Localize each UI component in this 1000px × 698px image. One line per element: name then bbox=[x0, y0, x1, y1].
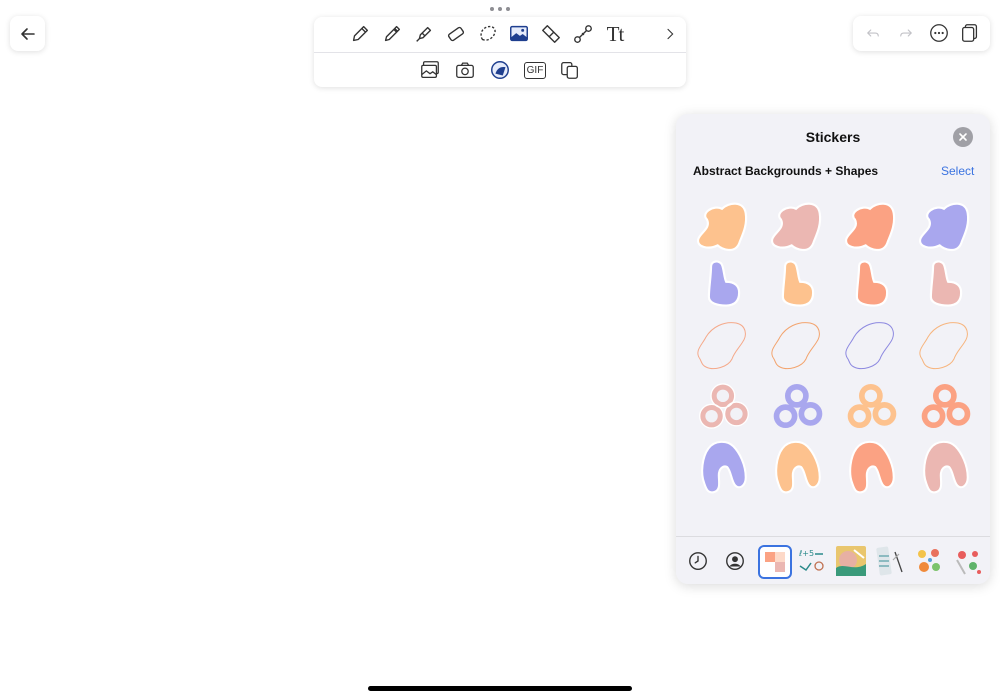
text-icon[interactable]: Tt bbox=[602, 21, 628, 47]
sticker-arch-lavender[interactable] bbox=[698, 438, 758, 496]
pencil-icon[interactable] bbox=[347, 21, 373, 47]
abstract-shapes-pack[interactable] bbox=[758, 545, 792, 579]
sticker-icon[interactable] bbox=[487, 57, 513, 83]
drawing-toolbar: Tt GIF bbox=[314, 17, 686, 87]
lasso-icon[interactable] bbox=[475, 21, 501, 47]
camera-icon[interactable] bbox=[452, 57, 478, 83]
image-icon[interactable] bbox=[506, 21, 532, 47]
section-title: Abstract Backgrounds + Shapes bbox=[693, 164, 879, 178]
sticker-blob-blush[interactable] bbox=[768, 198, 828, 256]
connector-icon[interactable] bbox=[570, 21, 596, 47]
copy-paste-icon[interactable] bbox=[557, 57, 583, 83]
eraser-icon[interactable] bbox=[443, 21, 469, 47]
sticker-rings-peach[interactable] bbox=[846, 382, 906, 440]
home-indicator[interactable] bbox=[368, 686, 632, 691]
sticker-arch-peach[interactable] bbox=[772, 438, 832, 496]
sticker-rings-lavender[interactable] bbox=[772, 382, 832, 440]
sticker-outline-peach[interactable] bbox=[916, 319, 976, 377]
food-pack[interactable] bbox=[914, 546, 944, 576]
doodles-pack[interactable]: ℓ+5 bbox=[797, 546, 827, 576]
highlighter-icon[interactable] bbox=[411, 21, 437, 47]
shape-icon[interactable] bbox=[538, 21, 564, 47]
more-icon[interactable] bbox=[926, 20, 952, 46]
gif-label: GIF bbox=[523, 61, 547, 79]
photo-library-icon[interactable] bbox=[417, 57, 443, 83]
sticker-blob-peach[interactable] bbox=[694, 198, 754, 256]
stickers-panel: Stickers Abstract Backgrounds + Shapes S… bbox=[676, 114, 990, 584]
sticker-l-peach[interactable] bbox=[776, 258, 836, 316]
photo-pack[interactable] bbox=[836, 546, 866, 576]
sticker-arch-blush[interactable] bbox=[920, 438, 980, 496]
select-button[interactable]: Select bbox=[941, 164, 974, 178]
marker-icon[interactable] bbox=[379, 21, 405, 47]
gif-icon[interactable]: GIF bbox=[522, 57, 548, 83]
text-tool-label: Tt bbox=[606, 21, 625, 46]
sticker-rings-coral[interactable] bbox=[920, 382, 980, 440]
sticker-arch-coral[interactable] bbox=[846, 438, 906, 496]
sticker-rings-blush[interactable] bbox=[698, 382, 758, 440]
sticker-l-coral[interactable] bbox=[850, 258, 910, 316]
sticker-l-blush[interactable] bbox=[924, 258, 984, 316]
sticker-pack-tray: ℓ+5 bbox=[676, 536, 990, 584]
sticker-l-lavender[interactable] bbox=[702, 258, 762, 316]
back-button[interactable] bbox=[10, 16, 45, 51]
svg-text:ℓ+5: ℓ+5 bbox=[798, 549, 814, 558]
sticker-blob-coral[interactable] bbox=[842, 198, 902, 256]
pages-icon[interactable] bbox=[957, 20, 983, 46]
toolbar-row-media: GIF bbox=[314, 53, 686, 87]
toolbar-drag-handle[interactable] bbox=[490, 6, 510, 12]
stationery-pack[interactable] bbox=[875, 546, 905, 576]
panel-title: Stickers bbox=[805, 129, 861, 145]
recent-icon[interactable] bbox=[683, 546, 713, 576]
sticker-outline-coral[interactable] bbox=[694, 319, 754, 377]
sticker-grid bbox=[676, 194, 990, 494]
profile-icon[interactable] bbox=[720, 546, 750, 576]
close-icon bbox=[959, 133, 967, 141]
redo-icon[interactable] bbox=[893, 20, 919, 46]
undo-icon[interactable] bbox=[860, 20, 886, 46]
sticker-blob-lavender[interactable] bbox=[916, 198, 976, 256]
sticker-outline-orange[interactable] bbox=[768, 319, 828, 377]
arrow-left-icon bbox=[20, 27, 35, 40]
chevron-right-icon[interactable] bbox=[657, 21, 683, 47]
history-controls bbox=[853, 16, 990, 51]
toolbar-row-tools: Tt bbox=[314, 17, 686, 52]
sticker-outline-lavender[interactable] bbox=[842, 319, 902, 377]
close-button[interactable] bbox=[953, 127, 973, 147]
fruit-pack[interactable] bbox=[953, 546, 983, 576]
